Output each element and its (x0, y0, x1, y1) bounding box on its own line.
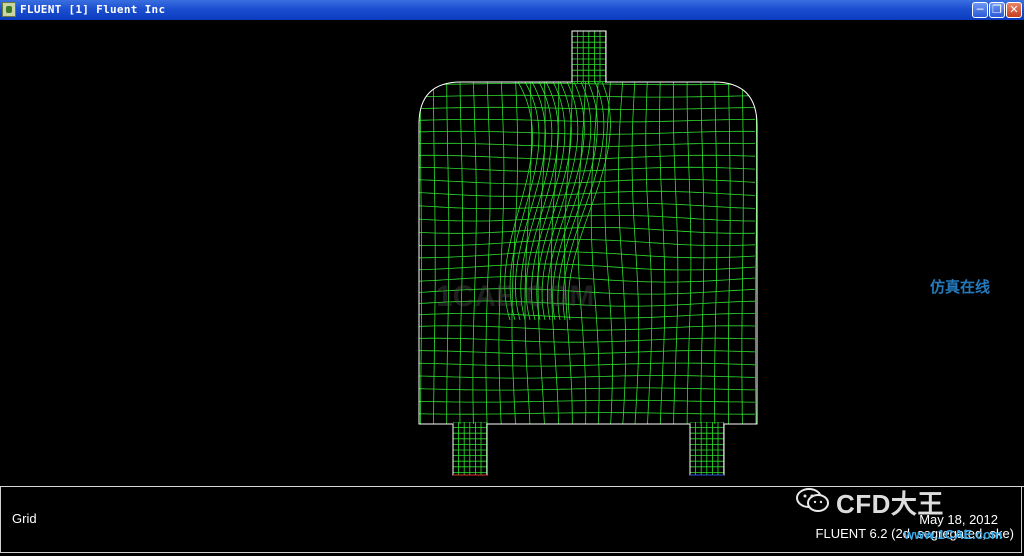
mesh-br-lines (690, 422, 724, 475)
restore-icon: ❐ (992, 3, 1002, 16)
minimize-icon: ─ (976, 3, 984, 16)
right-inlet-mesh (690, 422, 724, 475)
mesh-vertical-lines (420, 82, 757, 424)
mesh-bl-lines (453, 422, 487, 475)
center-watermark: 1CAE.COM (436, 280, 595, 313)
fluid-domain-mesh (419, 82, 757, 424)
mesh-horizontal-lines (419, 82, 756, 415)
brand-watermark: CFD大王 (836, 489, 944, 519)
corner-watermark: 仿真在线 (930, 279, 991, 296)
plot-type-label: Grid (12, 511, 37, 526)
wechat-logo-icon (796, 488, 829, 512)
graphics-viewport[interactable]: 1CAE.COM 仿真在线 (0, 20, 1024, 486)
close-button[interactable]: ✕ (1006, 2, 1022, 18)
left-inlet-mesh (453, 422, 487, 475)
fluent-app-icon[interactable] (2, 2, 16, 17)
title-bar[interactable]: FLUENT [1] Fluent Inc ─ ❐ ✕ (0, 0, 1024, 20)
window-title: FLUENT [1] Fluent Inc (20, 3, 166, 16)
minimize-button[interactable]: ─ (972, 2, 988, 18)
mesh-plot[interactable] (0, 20, 1024, 486)
maximize-button[interactable]: ❐ (989, 2, 1005, 18)
close-icon: ✕ (1009, 3, 1019, 16)
mesh-top-lines (572, 31, 606, 83)
site-watermark: www.1CAE.com (904, 527, 1003, 542)
top-outlet-mesh (572, 31, 606, 83)
domain-boundary (418, 30, 758, 476)
